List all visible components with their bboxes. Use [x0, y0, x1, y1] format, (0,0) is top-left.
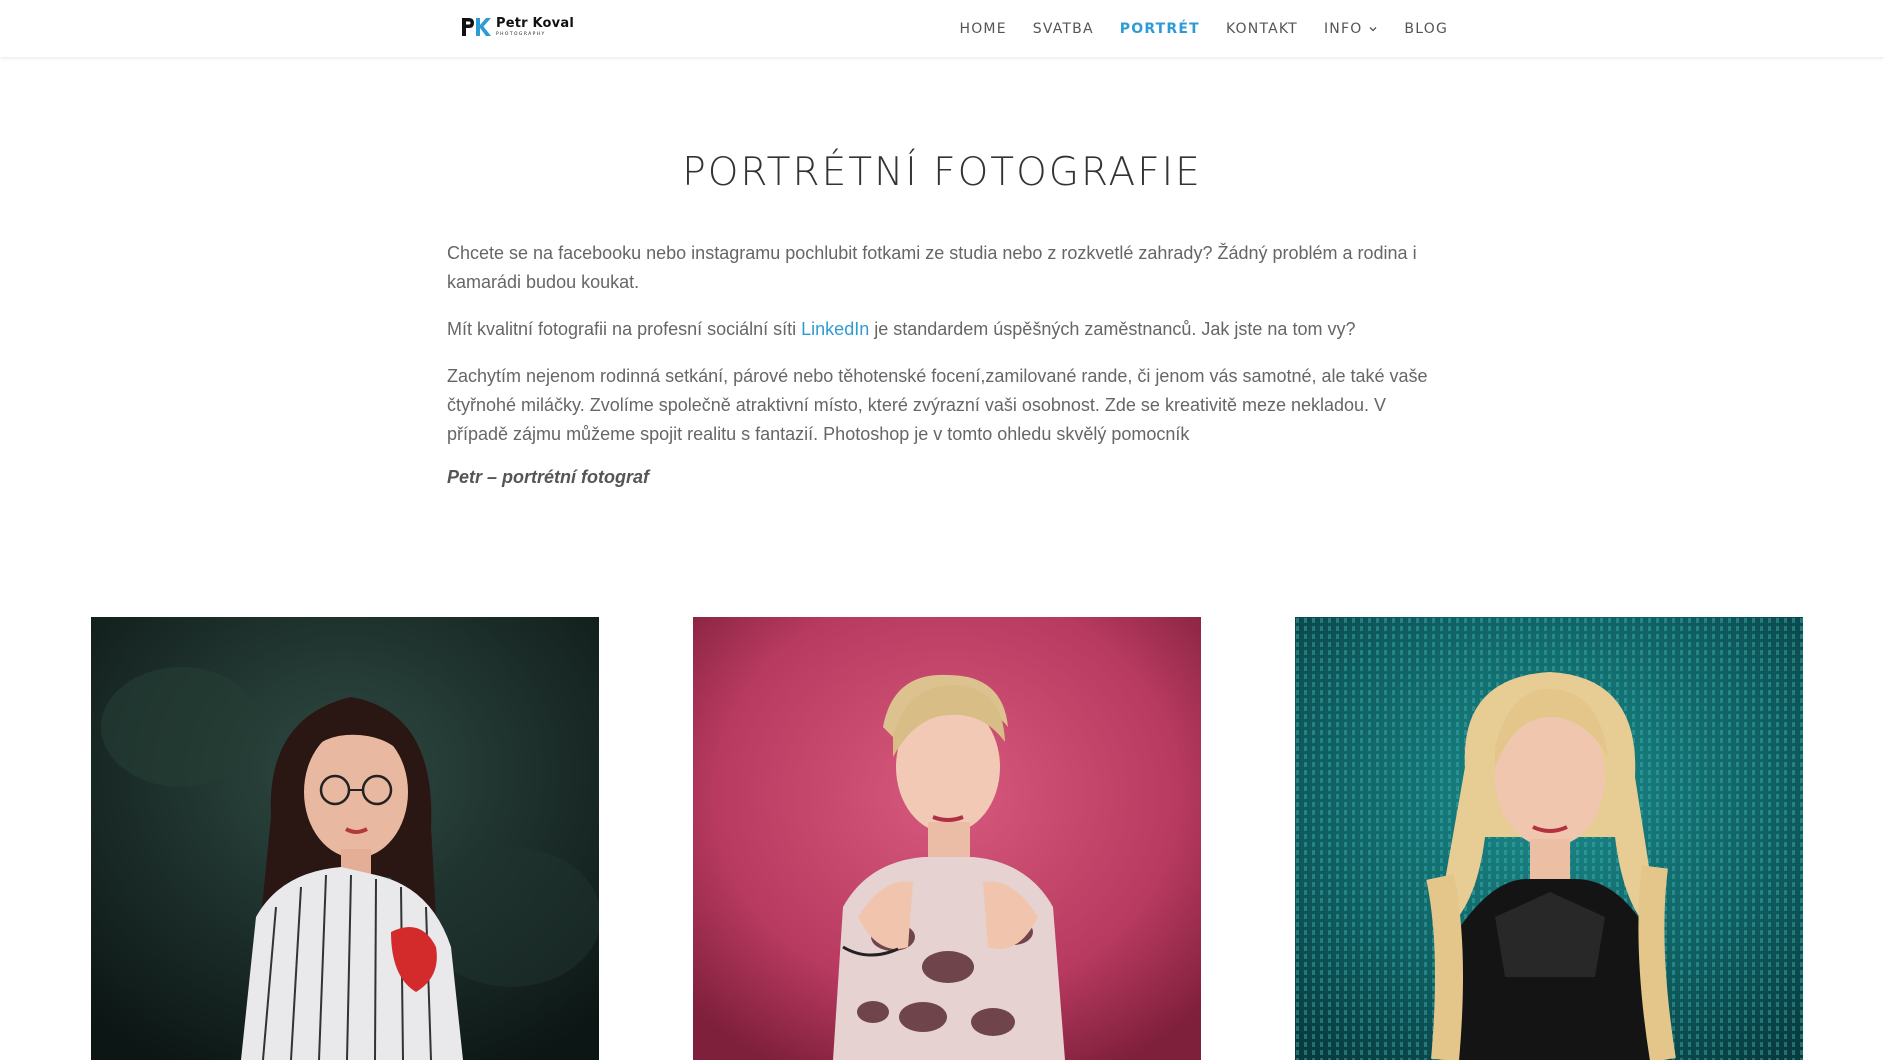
gallery-photo-1[interactable] [91, 617, 599, 1060]
site-logo[interactable]: Petr Koval PHOTOGRAPHY [460, 13, 574, 41]
services-paragraph: Zachytím nejenom rodinná setkání, párové… [447, 366, 1428, 444]
page-title: PORTRÉTNÍ FOTOGRAFIE [682, 150, 1202, 195]
linkedin-text-before: Mít kvalitní fotografii na profesní soci… [447, 319, 802, 339]
nav-home[interactable]: HOME [959, 21, 1006, 37]
portrait-photo-icon [693, 617, 1201, 1060]
portrait-photo-icon [91, 617, 599, 1060]
chevron-down-icon [1369, 26, 1377, 31]
logo-name: Petr Koval [496, 15, 574, 31]
signature: Petr – portrétní fotograf [447, 467, 650, 487]
gallery-photo-3[interactable] [1295, 617, 1803, 1060]
logo-text: Petr Koval PHOTOGRAPHY [496, 17, 574, 38]
gallery-photo-2[interactable] [693, 617, 1201, 1060]
site-header: Petr Koval PHOTOGRAPHY HOME SVATBA PORTR… [0, 0, 1884, 57]
portrait-photo-icon [1295, 617, 1803, 1060]
nav-kontakt[interactable]: KONTAKT [1226, 21, 1298, 37]
intro-paragraph: Chcete se na facebooku nebo instagramu p… [447, 243, 1417, 292]
portrait-gallery [0, 617, 1884, 1060]
nav-svatba[interactable]: SVATBA [1033, 21, 1094, 37]
logo-subtitle: PHOTOGRAPHY [496, 31, 546, 37]
main-navigation: HOME SVATBA PORTRÉT KONTAKT INFO BLOG [933, 0, 1448, 57]
linkedin-paragraph: Mít kvalitní fotografii na profesní soci… [447, 315, 1437, 344]
linkedin-text-after: je standardem úspěšných zaměstnanců. Jak… [869, 319, 1356, 339]
nav-blog[interactable]: BLOG [1404, 21, 1448, 37]
linkedin-link[interactable]: LinkedIn [801, 319, 869, 339]
nav-info[interactable]: INFO [1324, 21, 1378, 37]
nav-info-label: INFO [1323, 20, 1363, 37]
nav-portret[interactable]: PORTRÉT [1120, 21, 1200, 37]
main-content: PORTRÉTNÍ FOTOGRAFIE Chcete se na facebo… [447, 145, 1437, 488]
pk-logo-icon [462, 18, 491, 36]
